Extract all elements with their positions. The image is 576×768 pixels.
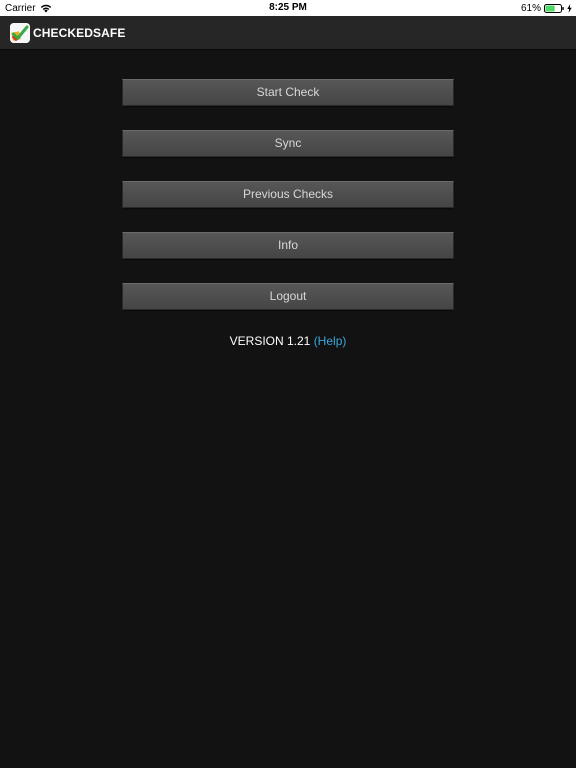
battery-percent: 61% — [520, 2, 541, 14]
version-line: VERSION 1.21 (Help) — [0, 334, 576, 348]
sync-button[interactable]: Sync — [122, 130, 454, 157]
battery-icon — [544, 3, 564, 13]
app-title: CHECKEDSAFE — [33, 26, 126, 40]
status-bar: Carrier 8:25 PM 61% — [0, 0, 576, 16]
help-link[interactable]: (Help) — [314, 334, 347, 348]
start-check-button[interactable]: Start Check — [122, 79, 454, 106]
info-button[interactable]: Info — [122, 232, 454, 259]
version-label: VERSION 1.21 — [229, 334, 311, 348]
battery-fill — [545, 5, 555, 11]
checkmark-logo-icon — [10, 23, 30, 43]
charging-icon — [567, 3, 572, 13]
nav-bar: CHECKEDSAFE — [0, 16, 576, 50]
main-menu: Start Check Sync Previous Checks Info Lo… — [122, 79, 454, 334]
status-right: 61% — [521, 0, 572, 16]
status-time: 8:25 PM — [269, 2, 307, 13]
logout-button[interactable]: Logout — [122, 283, 454, 310]
previous-checks-button[interactable]: Previous Checks — [122, 181, 454, 208]
